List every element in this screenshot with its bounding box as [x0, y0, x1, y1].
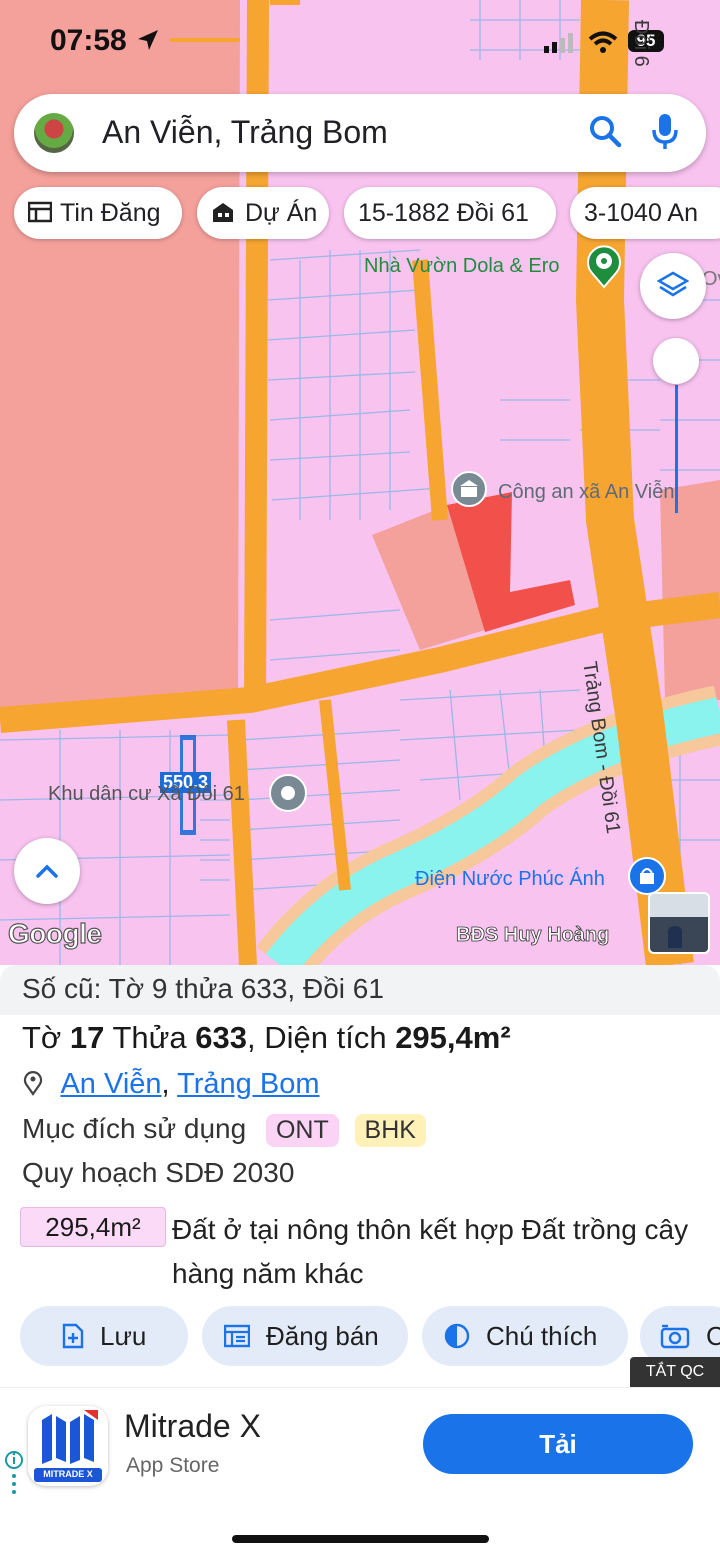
camera-icon	[660, 1324, 690, 1348]
ad-app-name[interactable]: Mitrade X	[124, 1408, 261, 1445]
post-for-sale-button[interactable]: Đăng bán	[202, 1306, 408, 1366]
road-label-top: Đồi 6	[630, 20, 652, 67]
search-query[interactable]: An Viễn, Trảng Bom	[102, 114, 388, 151]
listing-icon	[28, 202, 52, 223]
wifi-icon	[588, 31, 618, 53]
poi-label-khu-dan-cu[interactable]: Khu dân cư Xã Đồi 61	[48, 783, 245, 806]
planning-area-badge: 295,4m²	[20, 1207, 166, 1247]
usage-row: Mục đích sử dụng ONT BHK	[22, 1113, 426, 1147]
mic-icon[interactable]	[650, 112, 680, 152]
signal-icon	[544, 33, 573, 53]
park-pin-icon[interactable]	[584, 243, 624, 289]
layers-icon	[657, 271, 689, 297]
layers-button[interactable]	[640, 253, 706, 319]
legend-icon	[444, 1323, 470, 1348]
planning-label: Quy hoạch SDĐ 2030	[22, 1157, 295, 1188]
avatar[interactable]	[34, 113, 74, 153]
search-icon[interactable]	[588, 114, 624, 150]
opacity-slider-track[interactable]	[675, 385, 678, 513]
poi-label-police[interactable]: Công an xã An Viễn	[498, 481, 674, 504]
bds-photo-thumbnail[interactable]	[648, 892, 710, 954]
chip-recent-2[interactable]: 3-1040 An	[570, 187, 720, 239]
search-bar[interactable]: An Viễn, Trảng Bom	[14, 94, 706, 172]
map-view[interactable]: 07:58 95 An Viễn, Trảng Bom Tin Đăng Dự …	[0, 0, 720, 965]
location-link-ward[interactable]: An Viễn	[60, 1068, 161, 1100]
police-pin-icon[interactable]	[450, 470, 488, 508]
close-ad-button[interactable]: TẮT QC	[630, 1357, 720, 1387]
old-number-bar: Số cũ: Tờ 9 thửa 633, Đồi 61	[0, 965, 720, 1015]
chip-du-an[interactable]: Dự Án	[197, 187, 329, 239]
save-button[interactable]: Lưu	[20, 1306, 188, 1366]
place-pin-icon[interactable]	[268, 773, 308, 813]
status-time: 07:58	[50, 24, 127, 57]
opacity-slider-handle[interactable]	[653, 338, 699, 384]
poi-label-dola[interactable]: Nhà Vườn Dola & Ero	[364, 255, 559, 278]
home-indicator[interactable]	[232, 1535, 489, 1543]
post-icon	[224, 1324, 250, 1347]
location-link-district[interactable]: Trảng Bom	[177, 1068, 319, 1100]
ad-app-logo[interactable]: MITRADE X	[28, 1406, 108, 1486]
planning-description: Đất ở tại nông thôn kết hợp Đất trồng câ…	[172, 1214, 689, 1289]
status-bar: 07:58 95	[0, 0, 720, 80]
ad-banner[interactable]: MITRADE X Mitrade X App Store Tải	[0, 1387, 720, 1500]
parcel-location: An Viễn, Trảng Bom	[22, 1068, 320, 1101]
chevron-up-icon	[36, 864, 58, 878]
shop-pin-icon[interactable]	[627, 856, 667, 896]
parcel-title: Tờ 17 Thửa 633, Diện tích 295,4m²	[22, 1020, 511, 1055]
location-arrow-icon	[138, 30, 158, 50]
legend-button[interactable]: Chú thích	[422, 1306, 628, 1366]
building-icon	[213, 203, 233, 223]
save-icon	[62, 1323, 84, 1348]
poi-label-bds[interactable]: BĐS Huy Hoàng	[456, 924, 610, 947]
ad-store-name: App Store	[126, 1454, 220, 1477]
old-number-text: Số cũ: Tờ 9 thửa 633, Đồi 61	[22, 973, 384, 1004]
ad-info-icon[interactable]	[4, 1448, 24, 1498]
poi-label-dien-nuoc[interactable]: Điện Nước Phúc Ánh	[415, 868, 605, 891]
google-logo: Google	[7, 917, 102, 949]
location-pin-icon	[23, 1071, 43, 1097]
usage-tag-ont[interactable]: ONT	[265, 1114, 339, 1147]
usage-tag-bhk[interactable]: BHK	[354, 1114, 426, 1147]
expand-button[interactable]	[14, 838, 80, 904]
ad-logo-text: MITRADE X	[43, 1469, 93, 1479]
chip-recent-1[interactable]: 15-1882 Đồi 61	[344, 187, 556, 239]
install-button[interactable]: Tải	[423, 1414, 693, 1474]
chip-tin-dang[interactable]: Tin Đăng	[14, 187, 182, 239]
